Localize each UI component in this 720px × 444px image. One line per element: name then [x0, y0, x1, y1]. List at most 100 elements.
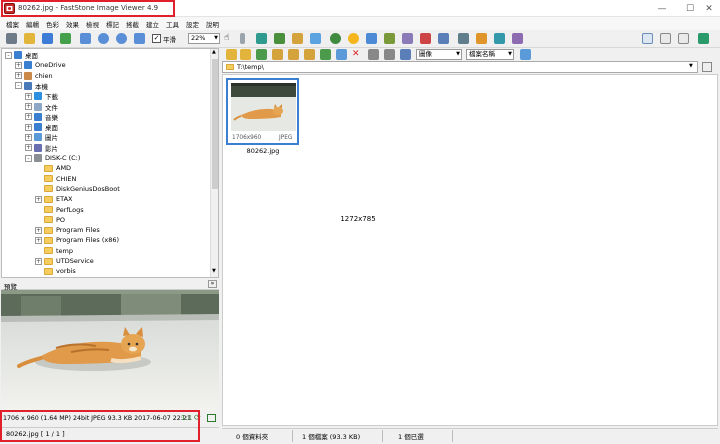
minimize-button[interactable]: —: [648, 0, 676, 17]
draw-icon[interactable]: [384, 33, 395, 44]
layout-list-icon[interactable]: [660, 33, 671, 44]
thumbnail-size-icon[interactable]: [368, 49, 379, 60]
tree-scrollbar[interactable]: ▲ ▼: [210, 49, 218, 277]
smooth-checkbox[interactable]: ✓: [152, 34, 161, 43]
tree-item[interactable]: DiskGeniusDosBoot: [35, 184, 120, 194]
print-icon[interactable]: [458, 33, 469, 44]
layout-browser-icon[interactable]: [642, 33, 653, 44]
sun-icon[interactable]: [348, 33, 359, 44]
tree-item[interactable]: temp: [35, 246, 73, 256]
actual-size-icon[interactable]: [134, 33, 145, 44]
menu-item[interactable]: 效果: [63, 19, 83, 29]
calendar-icon[interactable]: [702, 62, 712, 72]
tree-item[interactable]: + 下載: [25, 91, 58, 101]
menu-item[interactable]: 檔案: [3, 19, 23, 29]
tree-item[interactable]: + Program Files (x86): [35, 235, 119, 245]
resize-icon[interactable]: [274, 33, 285, 44]
expand-node-icon[interactable]: +: [25, 123, 32, 131]
collapse-node-icon[interactable]: -: [25, 154, 32, 162]
scan-icon[interactable]: [494, 33, 505, 44]
zoom-combo[interactable]: 22% ▼: [188, 33, 220, 44]
expand-node-icon[interactable]: +: [15, 72, 22, 80]
expand-node-icon[interactable]: +: [35, 226, 42, 234]
open-folder-icon[interactable]: [24, 33, 35, 44]
tree-item[interactable]: vorbis: [35, 266, 76, 276]
camera-icon[interactable]: [6, 33, 17, 44]
menu-item[interactable]: 搖截: [123, 19, 143, 29]
close-button[interactable]: ✕: [698, 0, 720, 17]
tree-item[interactable]: PO: [35, 215, 65, 225]
details-view-icon[interactable]: [384, 49, 395, 60]
menu-item[interactable]: 設定: [183, 19, 203, 29]
menu-item[interactable]: 工具: [163, 19, 183, 29]
move-to-icon[interactable]: [320, 49, 331, 60]
tree-item[interactable]: PerfLogs: [35, 205, 84, 215]
expand-node-icon[interactable]: +: [35, 195, 42, 203]
color-adjust-icon[interactable]: [330, 33, 341, 44]
tree-item[interactable]: + OneDrive: [15, 60, 66, 70]
crop-icon[interactable]: [256, 33, 267, 44]
folder-favorites-icon[interactable]: [272, 49, 283, 60]
zoom-out-icon[interactable]: [116, 33, 127, 44]
scroll-up-icon[interactable]: ▲: [212, 49, 216, 55]
expand-node-icon[interactable]: +: [15, 61, 22, 69]
collapse-node-icon[interactable]: -: [15, 82, 22, 90]
tree-item[interactable]: + 圖片: [25, 132, 58, 142]
expand-node-icon[interactable]: +: [25, 92, 32, 100]
tree-item[interactable]: - 桌面: [5, 50, 38, 60]
menu-item[interactable]: 標記: [103, 19, 123, 29]
expand-node-icon[interactable]: +: [25, 133, 32, 141]
path-field[interactable]: T:\temp\ ▼: [222, 61, 698, 73]
thumbnail-browser[interactable]: 1706x960 JPEG 80262.jpg: [222, 74, 718, 426]
menu-item[interactable]: 檢視: [83, 19, 103, 29]
slideshow-icon[interactable]: [438, 33, 449, 44]
expand-node-icon[interactable]: +: [35, 257, 42, 265]
fullscreen-icon[interactable]: [698, 33, 709, 44]
settings-icon[interactable]: [512, 33, 523, 44]
collapse-node-icon[interactable]: -: [5, 51, 12, 59]
rotate-left-icon[interactable]: [292, 33, 303, 44]
tree-item[interactable]: + 桌面: [25, 122, 58, 132]
tree-item[interactable]: - DISK-C (C:): [25, 153, 80, 163]
menu-item[interactable]: 建立: [143, 19, 163, 29]
tree-item[interactable]: + 影片: [25, 143, 58, 153]
expand-node-icon[interactable]: +: [25, 103, 32, 110]
collapse-icon[interactable]: »: [208, 280, 217, 288]
email-icon[interactable]: [476, 33, 487, 44]
tree-item[interactable]: + Program Files: [35, 225, 100, 235]
new-folder-icon[interactable]: [288, 49, 299, 60]
copy-to-icon[interactable]: [304, 49, 315, 60]
red-eye-icon[interactable]: [420, 33, 431, 44]
up-folder-icon[interactable]: [256, 49, 267, 60]
back-icon[interactable]: [226, 49, 237, 60]
menu-item[interactable]: 色彩: [43, 19, 63, 29]
chevron-down-icon[interactable]: ▼: [689, 63, 693, 69]
layout-preview-icon[interactable]: [678, 33, 689, 44]
hand-tool-icon[interactable]: ☝: [224, 32, 229, 44]
tree-item[interactable]: + chien: [15, 71, 53, 81]
tree-scroll-thumb[interactable]: [212, 59, 218, 189]
sort-order-icon[interactable]: [520, 49, 531, 60]
effects-icon[interactable]: [366, 33, 377, 44]
tree-item[interactable]: +Windows: [35, 277, 85, 278]
menu-item[interactable]: 編輯: [23, 19, 43, 29]
delete-icon[interactable]: ✕: [352, 48, 360, 60]
scroll-down-icon[interactable]: ▼: [212, 268, 216, 274]
folder-tree[interactable]: - 桌面 + OneDrive + chien - 本機 + 下載 + 文件 + 音樂 + 桌面 + 圖片 + 影片 -…: [1, 48, 219, 278]
save-icon[interactable]: [42, 33, 53, 44]
save-as-icon[interactable]: [60, 33, 71, 44]
menu-item[interactable]: 說明: [203, 19, 223, 29]
compare-icon[interactable]: [402, 33, 413, 44]
rotate-right-icon[interactable]: [310, 33, 321, 44]
thumbnail-card[interactable]: 1706x960 JPEG: [226, 78, 299, 145]
tree-item[interactable]: CHIEN: [35, 174, 76, 184]
tree-item[interactable]: + 文件: [25, 102, 58, 112]
zoom-fit-icon[interactable]: [80, 33, 91, 44]
tree-item[interactable]: + UTDService: [35, 256, 94, 266]
tree-item[interactable]: + 音樂: [25, 112, 58, 122]
zoom-in-icon[interactable]: [98, 33, 109, 44]
tree-item[interactable]: AMD: [35, 163, 71, 173]
expand-icon[interactable]: [207, 414, 216, 422]
expand-node-icon[interactable]: +: [25, 113, 32, 121]
expand-node-icon[interactable]: +: [25, 144, 32, 152]
